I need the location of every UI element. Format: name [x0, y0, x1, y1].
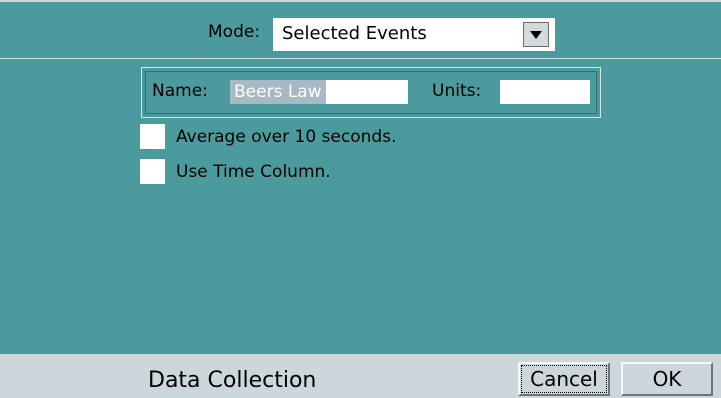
average-checkbox[interactable]: [140, 124, 165, 149]
time-column-label: Use Time Column.: [176, 162, 331, 182]
name-label: Name:: [152, 81, 208, 101]
mode-select[interactable]: Selected Events: [273, 18, 555, 51]
average-label: Average over 10 seconds.: [176, 127, 397, 147]
units-label: Units:: [432, 81, 482, 101]
mode-label: Mode:: [208, 22, 261, 42]
dropdown-arrow-button[interactable]: [523, 22, 549, 47]
dialog-title: Data Collection: [148, 368, 317, 393]
mode-selected-value: Selected Events: [282, 23, 427, 44]
triangle-down-icon: [530, 30, 542, 39]
name-input[interactable]: Beers Law: [230, 80, 408, 104]
footer-bar: [0, 354, 721, 398]
header-divider: [0, 58, 721, 59]
name-input-value: Beers Law: [230, 80, 326, 104]
units-input[interactable]: [500, 80, 590, 104]
time-column-checkbox[interactable]: [140, 159, 165, 184]
cancel-button[interactable]: Cancel: [518, 362, 610, 396]
ok-button[interactable]: OK: [621, 362, 713, 396]
